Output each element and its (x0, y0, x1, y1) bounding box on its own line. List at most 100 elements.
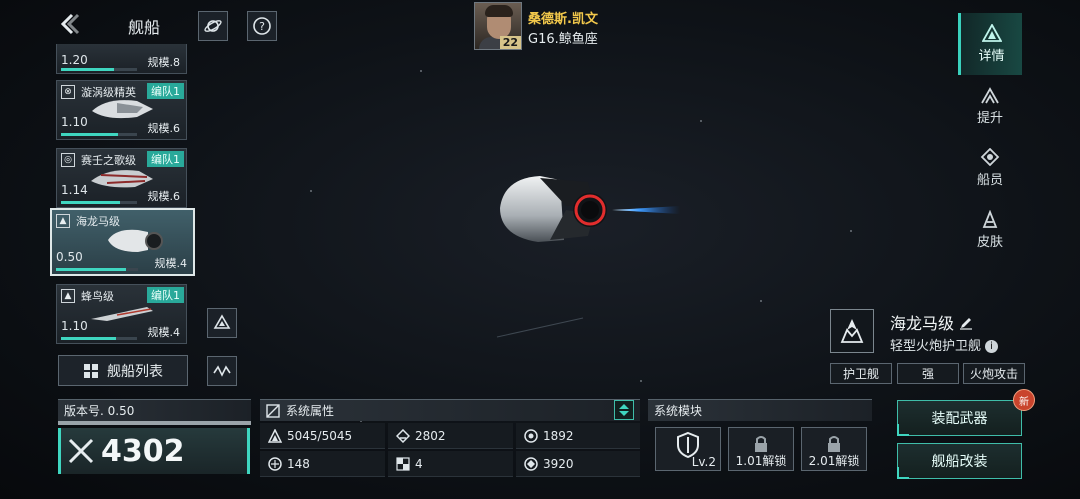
ship-card[interactable]: ▲ 蜂鸟级 编队1 1.10 规模.4 (56, 284, 187, 344)
ship-type-icon: ▲ (56, 214, 70, 228)
lock-icon (828, 436, 840, 452)
back-button[interactable] (58, 12, 82, 36)
shield-icon (524, 428, 538, 443)
armor-icon (396, 428, 410, 443)
formation-icon (213, 314, 231, 329)
module-slot-3-locked[interactable]: 2.01解锁 (801, 427, 867, 471)
module-slot-1[interactable]: Lv.2 (655, 427, 721, 471)
page-title: 舰船 (128, 18, 161, 37)
skin-icon (982, 210, 998, 228)
stat-slots: 4 (388, 451, 513, 477)
tab-detail[interactable]: 详情 (958, 13, 1022, 75)
system-attributes-header: 系统属性 (260, 399, 640, 421)
attributes-icon (266, 403, 280, 418)
star (640, 380, 642, 382)
upgrade-icon (981, 87, 999, 104)
lock-icon (755, 436, 767, 452)
ship-class-badge (830, 309, 874, 353)
ship-class: 轻型火炮护卫舰 i (890, 335, 999, 354)
help-icon: ? (253, 17, 271, 35)
detail-tabs: 详情 提升 船员 皮肤 (958, 13, 1022, 261)
stat-armor: 2802 (388, 423, 513, 449)
ship-card-version: 1.20 (61, 53, 88, 67)
space-streak (496, 317, 584, 338)
ship-card-progress (56, 268, 138, 271)
grid-icon (84, 363, 98, 378)
checker-icon (396, 456, 410, 471)
ship-card-selected[interactable]: ▲ 海龙马级 0.50 规模.4 (50, 208, 195, 276)
version-divider (58, 421, 251, 425)
crew-icon (980, 148, 1000, 166)
ship-card[interactable]: ⊗ 漩涡级精英 编队1 1.10 规模.6 (56, 80, 187, 140)
ship-card-scale: 规模.4 (147, 326, 181, 339)
ship-card-name: 蜂鸟级 (81, 290, 114, 303)
ship-card[interactable]: 1.20 规模.8 (56, 44, 187, 74)
planet-button[interactable] (198, 11, 228, 41)
ship-list-button[interactable]: 舰船列表 (58, 355, 188, 386)
attributes-toggle-button[interactable] (614, 400, 634, 420)
ship-class-icon (840, 319, 864, 343)
fleet-tag: 编队1 (147, 287, 184, 303)
fleet-tag: 编队1 (147, 151, 184, 167)
ship-card-scale: 规模.6 (147, 190, 181, 203)
game-screen: 舰船 ? 22 桑德斯.凯文 G16.鲸鱼座 1.20 规模.8 ⊗ 漩涡级精英… (0, 0, 1080, 499)
star (310, 190, 312, 192)
ship-type-icon: ▲ (61, 289, 75, 303)
new-badge: 新 (1013, 389, 1035, 411)
svg-text:?: ? (259, 20, 265, 33)
star (850, 230, 852, 232)
ship-card-progress (61, 337, 137, 340)
ship-card-version: 1.14 (61, 183, 88, 197)
stat-hull: 5045/5045 (260, 423, 385, 449)
ship-card[interactable]: ◎ 赛壬之歌级 编队1 1.14 规模.6 (56, 148, 187, 208)
tab-crew[interactable]: 船员 (958, 137, 1022, 199)
ship-card-name: 海龙马级 (76, 215, 120, 228)
ship-list-label: 舰船列表 (107, 363, 163, 380)
fleet-formation-button[interactable] (207, 308, 237, 338)
ship-card-scale: 规模.8 (147, 56, 181, 69)
target-icon (524, 456, 538, 471)
star (420, 70, 422, 72)
info-icon[interactable]: i (985, 340, 999, 353)
crossed-swords-icon (68, 438, 94, 464)
star (760, 300, 762, 302)
help-button[interactable]: ? (247, 11, 277, 41)
equip-weapon-button[interactable]: 装配武器 (897, 400, 1022, 436)
ship-name: 海龙马级 (890, 310, 973, 334)
combat-power: 4302 (58, 428, 250, 474)
ship-card-progress (61, 68, 137, 71)
system-modules-header: 系统模块 (648, 399, 872, 421)
updown-icon (619, 404, 629, 416)
captain-level: 22 (499, 36, 521, 49)
ship-card-progress (61, 133, 137, 136)
module-slot-2-locked[interactable]: 1.01解锁 (728, 427, 794, 471)
ship-model (500, 176, 680, 242)
wave-icon (213, 365, 231, 377)
speed-icon (268, 456, 282, 471)
star (700, 120, 702, 122)
ship-card-version: 1.10 (61, 115, 88, 129)
ship-card-version: 0.50 (56, 250, 83, 264)
rename-pencil-icon[interactable] (959, 316, 973, 330)
detail-icon (981, 24, 1002, 42)
stat-shield: 1892 (516, 423, 640, 449)
ship-type-icon: ◎ (61, 153, 75, 167)
ship-modify-button[interactable]: 舰船改装 (897, 443, 1022, 479)
ship-type-icon: ⊗ (61, 85, 75, 99)
fleet-tag: 编队1 (147, 83, 184, 99)
combat-power-value: 4302 (101, 433, 185, 469)
tab-skin[interactable]: 皮肤 (958, 199, 1022, 261)
ship-filter-button[interactable] (207, 356, 237, 386)
ship-card-progress (61, 201, 137, 204)
stat-speed: 148 (260, 451, 385, 477)
captain-avatar[interactable]: 22 (474, 2, 522, 50)
stat-firepower: 3920 (516, 451, 640, 477)
tab-upgrade[interactable]: 提升 (958, 75, 1022, 137)
ship-card-scale: 规模.4 (154, 257, 188, 270)
ship-tag-strength: 强 (897, 363, 959, 384)
hull-icon (268, 428, 282, 443)
captain-location: G16.鲸鱼座 (528, 32, 598, 47)
version-label: 版本号. 0.50 (64, 404, 135, 418)
ship-tag-attack: 火炮攻击 (963, 363, 1025, 384)
planet-icon (204, 20, 222, 32)
